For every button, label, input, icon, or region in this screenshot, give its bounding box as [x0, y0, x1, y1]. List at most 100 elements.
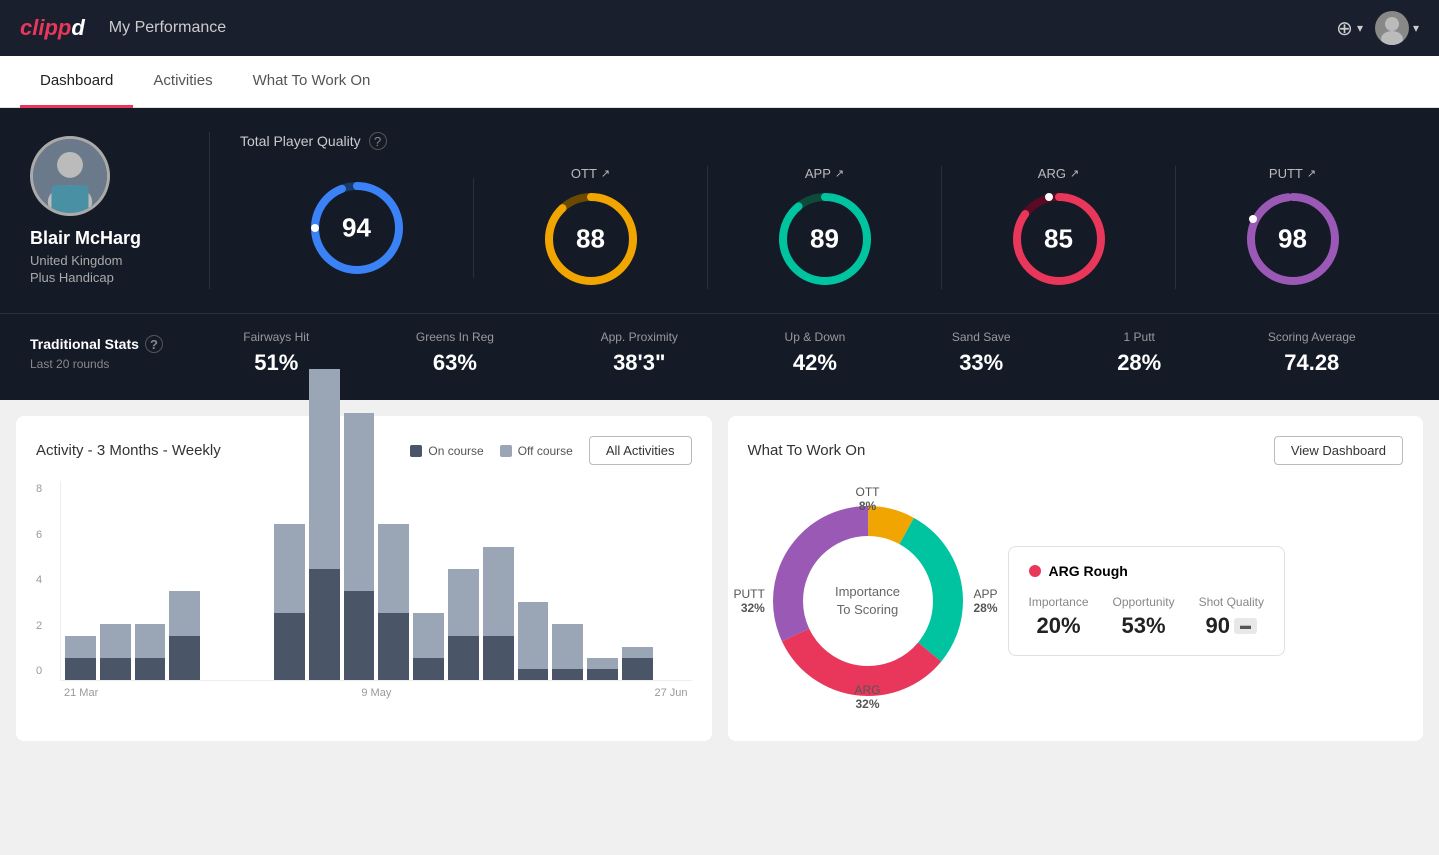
bar-off-course [135, 624, 166, 658]
bar-group [378, 481, 409, 680]
bar-group [169, 481, 200, 680]
arg-opportunity-label: Opportunity [1113, 595, 1175, 609]
arg-importance-value: 20% [1029, 613, 1089, 639]
score-badge: ▬ [1234, 618, 1257, 634]
user-menu[interactable]: ▾ [1375, 11, 1419, 45]
arg-importance-label: Importance [1029, 595, 1089, 609]
donut-chart: ImportanceTo Scoring OTT 8% APP 28% ARG … [748, 481, 988, 721]
stat-proximity-value: 38'3" [601, 350, 678, 376]
trad-stats-subtitle: Last 20 rounds [30, 357, 190, 371]
bar-on-course [413, 658, 444, 680]
app-arrow-icon: ↗ [835, 167, 844, 180]
quality-title: Total Player Quality [240, 133, 361, 149]
stat-sandsave-label: Sand Save [952, 330, 1011, 344]
view-dashboard-button[interactable]: View Dashboard [1274, 436, 1403, 465]
arg-shot-quality: Shot Quality 90 ▬ [1199, 595, 1264, 639]
donut-label-ott: OTT 8% [856, 485, 880, 513]
tab-what-to-work-on[interactable]: What To Work On [233, 56, 391, 108]
bar-off-course [413, 613, 444, 658]
avatar [1375, 11, 1409, 45]
score-ott: OTT ↗ 88 [474, 166, 708, 289]
work-header: What To Work On View Dashboard [748, 436, 1404, 465]
trad-stats-title: Traditional Stats ? [30, 335, 190, 353]
trad-stats-label: Traditional Stats ? Last 20 rounds [30, 335, 190, 371]
traditional-stats: Traditional Stats ? Last 20 rounds Fairw… [0, 313, 1439, 400]
work-title: What To Work On [748, 442, 866, 459]
stat-scoring-label: Scoring Average [1268, 330, 1356, 344]
bar-on-course [483, 636, 514, 680]
quality-section: Total Player Quality ? 94 OTT [210, 132, 1409, 289]
bar-off-course [552, 624, 583, 669]
chart-card: Activity - 3 Months - Weekly On course O… [16, 416, 712, 741]
score-arg: ARG ↗ 85 [942, 166, 1176, 289]
arg-arrow-icon: ↗ [1070, 167, 1079, 180]
x-axis-labels: 21 Mar 9 May 27 Jun [60, 687, 692, 699]
ott-arrow-icon: ↗ [601, 167, 610, 180]
bar-off-course [587, 658, 618, 669]
logo: clippd [20, 15, 85, 41]
donut-center-text: ImportanceTo Scoring [835, 583, 900, 619]
header-left: clippd My Performance [20, 15, 226, 41]
bar-group [239, 481, 270, 680]
ring-app: 89 [775, 189, 875, 289]
trad-stats-info-icon[interactable]: ? [145, 335, 163, 353]
work-card: What To Work On View Dashboard [728, 416, 1424, 741]
arg-label: ARG ↗ [1038, 166, 1079, 181]
stat-greens: Greens In Reg 63% [416, 330, 494, 376]
work-content: ImportanceTo Scoring OTT 8% APP 28% ARG … [748, 481, 1404, 721]
score-putt-value: 98 [1278, 224, 1307, 255]
stat-fairways-value: 51% [243, 350, 309, 376]
bar-on-course [309, 569, 340, 680]
ring-ott: 88 [541, 189, 641, 289]
on-course-dot [410, 445, 422, 457]
nav-tabs: Dashboard Activities What To Work On [0, 56, 1439, 108]
score-putt: PUTT ↗ 98 [1176, 166, 1409, 289]
ring-putt: 98 [1243, 189, 1343, 289]
quality-scores: 94 OTT ↗ 88 AP [240, 166, 1409, 289]
stat-sandsave: Sand Save 33% [952, 330, 1011, 376]
bar-on-course [274, 613, 305, 680]
stat-updown: Up & Down 42% [785, 330, 846, 376]
player-avatar [30, 136, 110, 216]
bar-off-course [622, 647, 653, 658]
ring-total: 94 [307, 178, 407, 278]
stat-sandsave-value: 33% [952, 350, 1011, 376]
bar-group [483, 481, 514, 680]
bar-group [448, 481, 479, 680]
stat-fairways: Fairways Hit 51% [243, 330, 309, 376]
arg-shot-quality-value: 90 [1206, 613, 1230, 639]
bar-on-course [169, 636, 200, 680]
stat-updown-value: 42% [785, 350, 846, 376]
bar-group [657, 481, 688, 680]
stat-1putt-value: 28% [1117, 350, 1161, 376]
bar-off-course [448, 569, 479, 636]
ring-arg: 85 [1009, 189, 1109, 289]
header: clippd My Performance ⊕ ▾ ▾ [0, 0, 1439, 56]
add-button[interactable]: ⊕ ▾ [1336, 16, 1363, 41]
bar-group [344, 481, 375, 680]
bar-on-course [100, 658, 131, 680]
bar-group [587, 481, 618, 680]
bar-on-course [135, 658, 166, 680]
arg-dot-icon [1029, 565, 1041, 577]
chart-title: Activity - 3 Months - Weekly [36, 442, 221, 459]
stat-proximity-label: App. Proximity [601, 330, 678, 344]
bar-off-course [483, 547, 514, 636]
tab-activities[interactable]: Activities [133, 56, 232, 108]
player-handicap: Plus Handicap [30, 270, 114, 285]
bar-on-course [448, 636, 479, 680]
putt-arrow-icon: ↗ [1307, 167, 1316, 180]
stat-proximity: App. Proximity 38'3" [601, 330, 678, 376]
stat-items: Fairways Hit 51% Greens In Reg 63% App. … [190, 330, 1409, 376]
bar-group [518, 481, 549, 680]
score-arg-value: 85 [1044, 224, 1073, 255]
tab-dashboard[interactable]: Dashboard [20, 56, 133, 108]
arg-box-title: ARG Rough [1029, 563, 1264, 579]
putt-label: PUTT ↗ [1269, 166, 1316, 181]
all-activities-button[interactable]: All Activities [589, 436, 692, 465]
quality-info-icon[interactable]: ? [369, 132, 387, 150]
bar-group [204, 481, 235, 680]
score-ott-value: 88 [576, 224, 605, 255]
stat-scoring: Scoring Average 74.28 [1268, 330, 1356, 376]
score-app-value: 89 [810, 224, 839, 255]
